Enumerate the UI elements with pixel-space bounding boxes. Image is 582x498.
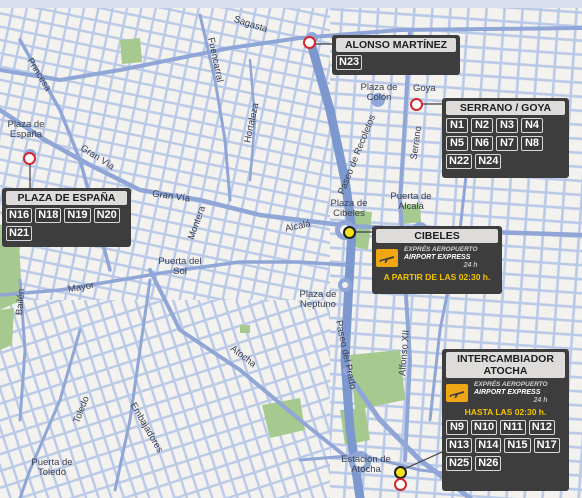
stop-marker-plaza-espana[interactable] xyxy=(23,152,36,165)
panel-title: CIBELES xyxy=(376,229,498,243)
panel-cibeles[interactable]: CIBELES EXPRÉS AEROPUERTO AIRPORT EXPRES… xyxy=(372,226,502,294)
route-list: N9 N10 N11 N12 N13 N14 N15 N17 N25 N26 xyxy=(446,420,565,471)
route-code[interactable]: N26 xyxy=(475,456,502,471)
route-code[interactable]: N4 xyxy=(521,118,543,133)
route-code[interactable]: N17 xyxy=(533,438,560,453)
route-code[interactable]: N7 xyxy=(496,136,518,151)
label-goya: Goya xyxy=(413,83,436,94)
label-puerta-alcala: Puerta de Alcalá xyxy=(390,191,432,212)
route-code[interactable]: N10 xyxy=(471,420,498,435)
stop-marker-cibeles[interactable] xyxy=(343,226,356,239)
label-plaza-espana: Plaza de España xyxy=(7,119,45,140)
route-code[interactable]: N12 xyxy=(528,420,555,435)
route-list: N16 N18 N19 N20 N21 xyxy=(6,208,127,241)
route-code[interactable]: N2 xyxy=(471,118,493,133)
route-code[interactable]: N15 xyxy=(504,438,531,453)
route-code[interactable]: N1 xyxy=(446,118,468,133)
service-note: HASTA LAS 02:30 h. xyxy=(464,407,547,417)
route-code[interactable]: N5 xyxy=(446,136,468,151)
panel-alonso-martinez[interactable]: ALONSO MARTÍNEZ N23 xyxy=(332,35,460,75)
panel-intercambiador-atocha[interactable]: INTERCAMBIADOR ATOCHA EXPRÉS AEROPUERTO … xyxy=(442,349,569,491)
panel-title-line-1: INTERCAMBIADOR xyxy=(457,353,554,365)
label-puerta-sol: Puerta del Sol xyxy=(158,256,202,277)
label-plaza-colon: Plaza de Colón xyxy=(360,82,398,103)
stop-marker-serrano-goya[interactable] xyxy=(410,98,423,111)
route-code[interactable]: N3 xyxy=(496,118,518,133)
route-code[interactable]: N9 xyxy=(446,420,468,435)
panel-title-line-2: ATOCHA xyxy=(483,365,528,377)
route-list: N1 N2 N3 N4 N5 N6 N7 N8 N22 N24 xyxy=(446,118,565,169)
airport-express-brand: EXPRÉS AEROPUERTO AIRPORT EXPRESS 24 h xyxy=(446,381,565,405)
airport-express-brand: EXPRÉS AEROPUERTO AIRPORT EXPRESS 24 h xyxy=(376,246,498,270)
panel-title: SERRANO / GOYA xyxy=(446,101,565,115)
label-estacion-atocha: Estación de Atocha xyxy=(341,454,391,475)
route-code[interactable]: N18 xyxy=(35,208,62,223)
route-list: N23 xyxy=(336,55,456,70)
route-code[interactable]: N23 xyxy=(336,55,363,70)
route-code[interactable]: N19 xyxy=(64,208,91,223)
route-code[interactable]: N16 xyxy=(6,208,33,223)
panel-title: PLAZA DE ESPAÑA xyxy=(6,191,127,205)
airport-express-logo: EXPRÉS AEROPUERTO AIRPORT EXPRESS 24 h xyxy=(474,381,548,404)
route-code[interactable]: N8 xyxy=(521,136,543,151)
panel-title: INTERCAMBIADOR ATOCHA xyxy=(446,352,565,378)
route-code[interactable]: N11 xyxy=(500,420,526,435)
route-code[interactable]: N13 xyxy=(446,438,473,453)
route-code[interactable]: N6 xyxy=(471,136,493,151)
label-plaza-neptuno: Plaza de Neptuno xyxy=(299,289,337,310)
route-code[interactable]: N25 xyxy=(446,456,473,471)
panel-plaza-espana[interactable]: PLAZA DE ESPAÑA N16 N18 N19 N20 N21 xyxy=(2,188,131,247)
route-code[interactable]: N22 xyxy=(446,154,473,169)
panel-title: ALONSO MARTÍNEZ xyxy=(336,38,456,52)
route-code[interactable]: N21 xyxy=(6,226,33,241)
airplane-icon xyxy=(446,384,468,402)
service-note: A PARTIR DE LAS 02:30 h. xyxy=(383,272,491,282)
airplane-icon xyxy=(376,249,398,267)
label-plaza-cibeles: Plaza de Cibeles xyxy=(330,198,368,219)
stop-marker-atocha-red[interactable] xyxy=(394,478,407,491)
map-stage: Sagasta Goya Plaza de Colón Princesa Fue… xyxy=(0,0,582,498)
panel-serrano-goya[interactable]: SERRANO / GOYA N1 N2 N3 N4 N5 N6 N7 N8 N… xyxy=(442,98,569,178)
airport-express-logo: EXPRÉS AEROPUERTO AIRPORT EXPRESS 24 h xyxy=(404,246,478,269)
route-code[interactable]: N24 xyxy=(475,154,502,169)
label-puerta-toledo: Puerta de Toledo xyxy=(31,457,73,478)
stop-marker-alonso-martinez[interactable] xyxy=(303,36,316,49)
route-code[interactable]: N20 xyxy=(93,208,120,223)
route-code[interactable]: N14 xyxy=(475,438,502,453)
